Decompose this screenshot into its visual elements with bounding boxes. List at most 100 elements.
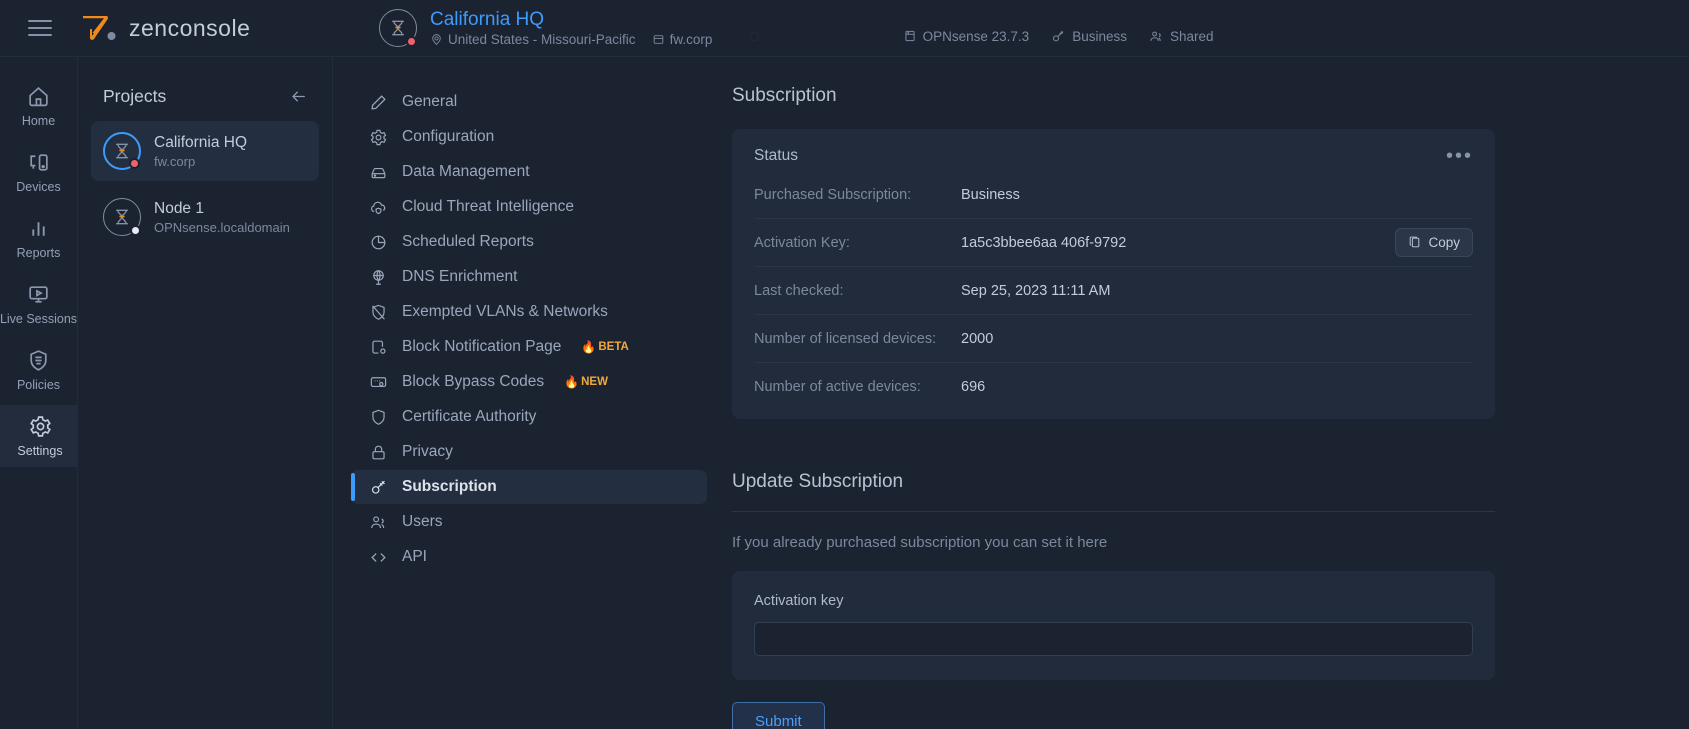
header-project-title: California HQ (430, 9, 545, 30)
hamburger-icon[interactable] (28, 20, 52, 36)
hostname-label: fw.corp (669, 32, 713, 47)
activation-key-input[interactable] (754, 622, 1473, 656)
nav-item-block-notification-page-label: Block Notification Page (402, 338, 562, 355)
sidebar-item-home-label: Home (21, 114, 56, 128)
home-icon (29, 87, 48, 107)
sidebar-item-home[interactable]: Home (0, 75, 78, 137)
nav-item-cloud-threat-intelligence[interactable]: Cloud Threat Intelligence (351, 190, 707, 224)
nav-item-scheduled-reports[interactable]: Scheduled Reports (351, 225, 707, 259)
reports-icon (32, 222, 45, 236)
brand-name: zenconsole (129, 14, 251, 41)
nav-item-privacy[interactable]: Privacy (351, 435, 707, 469)
update-subscription-description: If you already purchased subscription yo… (732, 534, 1108, 551)
nav-item-users[interactable]: Users (351, 505, 707, 539)
table-row: Last checked: Sep 25, 2023 11:11 AM (754, 267, 1473, 315)
users-icon (1150, 31, 1161, 41)
table-row: Number of active devices: 696 (754, 363, 1473, 411)
nav-item-certificate-authority[interactable]: Certificate Authority (351, 400, 707, 434)
table-row: Activation Key: 1a5c3bbee6aa 406f-9792 C… (754, 219, 1473, 267)
notification-page-icon (372, 340, 386, 354)
tag-plan-label: Business (1072, 28, 1127, 44)
header-tags: OPNsense 23.7.3 Business Shared (903, 29, 1214, 44)
status-card-title: Status (754, 147, 798, 164)
location-pin-icon (432, 34, 441, 46)
shield-off-icon (372, 304, 385, 320)
nav-item-general[interactable]: General (351, 85, 707, 119)
shield-icon (372, 409, 385, 425)
flame-icon: 🔥 (564, 375, 580, 389)
nav-item-general-label: General (402, 93, 458, 110)
divider (732, 511, 1495, 512)
row-label: Activation Key: (754, 234, 850, 251)
project-status-dot (130, 225, 141, 236)
tag-plan: Business (1051, 29, 1127, 44)
project-status-dot (129, 158, 140, 169)
submit-button[interactable]: Submit (732, 702, 825, 729)
update-subscription-form: Activation key (732, 571, 1495, 680)
tag-version-label: OPNsense 23.7.3 (922, 28, 1030, 44)
sidebar-item-settings[interactable]: Settings (0, 405, 78, 467)
bypass-code-icon (370, 376, 387, 387)
top-bar-left: zenconsole (0, 0, 357, 57)
update-subscription-title: Update Subscription (732, 471, 904, 492)
copy-activation-key-button[interactable]: Copy (1395, 228, 1473, 257)
hostname-chip: fw.corp (652, 32, 713, 47)
brand-logo: zenconsole (80, 13, 250, 43)
zenconsole-mark-icon (80, 13, 118, 43)
project-name: Node 1 (154, 199, 204, 217)
nav-item-data-management[interactable]: Data Management (351, 155, 707, 189)
badge-beta: 🔥 BETA (581, 340, 628, 354)
pencil-icon (371, 94, 386, 110)
nav-item-block-notification-page[interactable]: Block Notification Page 🔥 BETA (351, 330, 707, 364)
flame-icon: 🔥 (581, 340, 597, 354)
nav-item-block-bypass-codes[interactable]: Block Bypass Codes 🔥 NEW (351, 365, 707, 399)
sidebar-item-live-sessions[interactable]: Live Sessions (0, 273, 78, 335)
project-text: Node 1 OPNsense.localdomain (154, 200, 290, 235)
project-list-item-node-1[interactable]: Node 1 OPNsense.localdomain (91, 187, 319, 247)
project-hostname: fw.corp (154, 153, 196, 169)
left-rail: Home Devices Reports Live Sessions Polic (0, 57, 78, 729)
sidebar-item-devices[interactable]: Devices (0, 141, 78, 203)
key-icon (371, 480, 385, 494)
status-card: Status ••• Purchased Subscription: Busin… (732, 129, 1495, 419)
gear-icon (370, 129, 387, 145)
badge-new-label: NEW (581, 376, 608, 388)
collapse-projects-button[interactable] (289, 87, 308, 106)
nav-item-data-management-label: Data Management (402, 163, 530, 180)
sidebar-item-reports[interactable]: Reports (0, 207, 78, 269)
tag-shared-label: Shared (1169, 28, 1214, 44)
nav-item-exempted-vlans[interactable]: Exempted VLANs & Networks (351, 295, 707, 329)
nav-item-subscription-label: Subscription (402, 478, 497, 495)
nav-item-subscription[interactable]: Subscription (351, 470, 707, 504)
nav-item-configuration[interactable]: Configuration (351, 120, 707, 154)
globe-icon (373, 269, 384, 285)
nav-item-configuration-label: Configuration (402, 128, 495, 145)
row-value: 696 (961, 379, 986, 395)
copy-button-label: Copy (1428, 235, 1460, 250)
project-list-item-california-hq[interactable]: California HQ fw.corp (91, 121, 319, 181)
sidebar-item-policies[interactable]: Policies (0, 339, 78, 401)
pie-chart-icon (371, 235, 386, 249)
header-project-info: California HQ United States - Missouri-P… (430, 9, 712, 47)
placeholder-icon (750, 31, 760, 41)
database-icon (371, 167, 386, 178)
placeholder-label (767, 29, 778, 44)
location-label: United States - Missouri-Pacific (448, 32, 636, 47)
table-row: Purchased Subscription: Business (754, 171, 1473, 219)
row-value: Business (961, 186, 1020, 203)
top-bar-right: California HQ United States - Missouri-P… (357, 0, 1689, 57)
nav-item-cloud-threat-intelligence-label: Cloud Threat Intelligence (402, 198, 575, 215)
nav-item-scheduled-reports-label: Scheduled Reports (402, 233, 534, 250)
header-project-meta: United States - Missouri-Pacific fw.corp (430, 32, 712, 47)
nav-item-users-label: Users (402, 513, 443, 530)
more-horizontal-icon[interactable]: ••• (1446, 146, 1473, 166)
key-icon (1053, 30, 1064, 41)
main-content: Subscription Status ••• Purchased Subscr… (725, 57, 1689, 729)
page-title: Subscription (732, 85, 837, 106)
nav-item-dns-enrichment[interactable]: DNS Enrichment (351, 260, 707, 294)
nav-item-api[interactable]: API (351, 540, 707, 574)
project-text: California HQ fw.corp (154, 134, 247, 169)
projects-panel: Projects California HQ fw.corp Node 1 OP… (78, 57, 333, 729)
row-value: Sep 25, 2023 11:11 AM (961, 282, 1111, 299)
sidebar-item-live-sessions-label: Live Sessions (0, 312, 78, 326)
